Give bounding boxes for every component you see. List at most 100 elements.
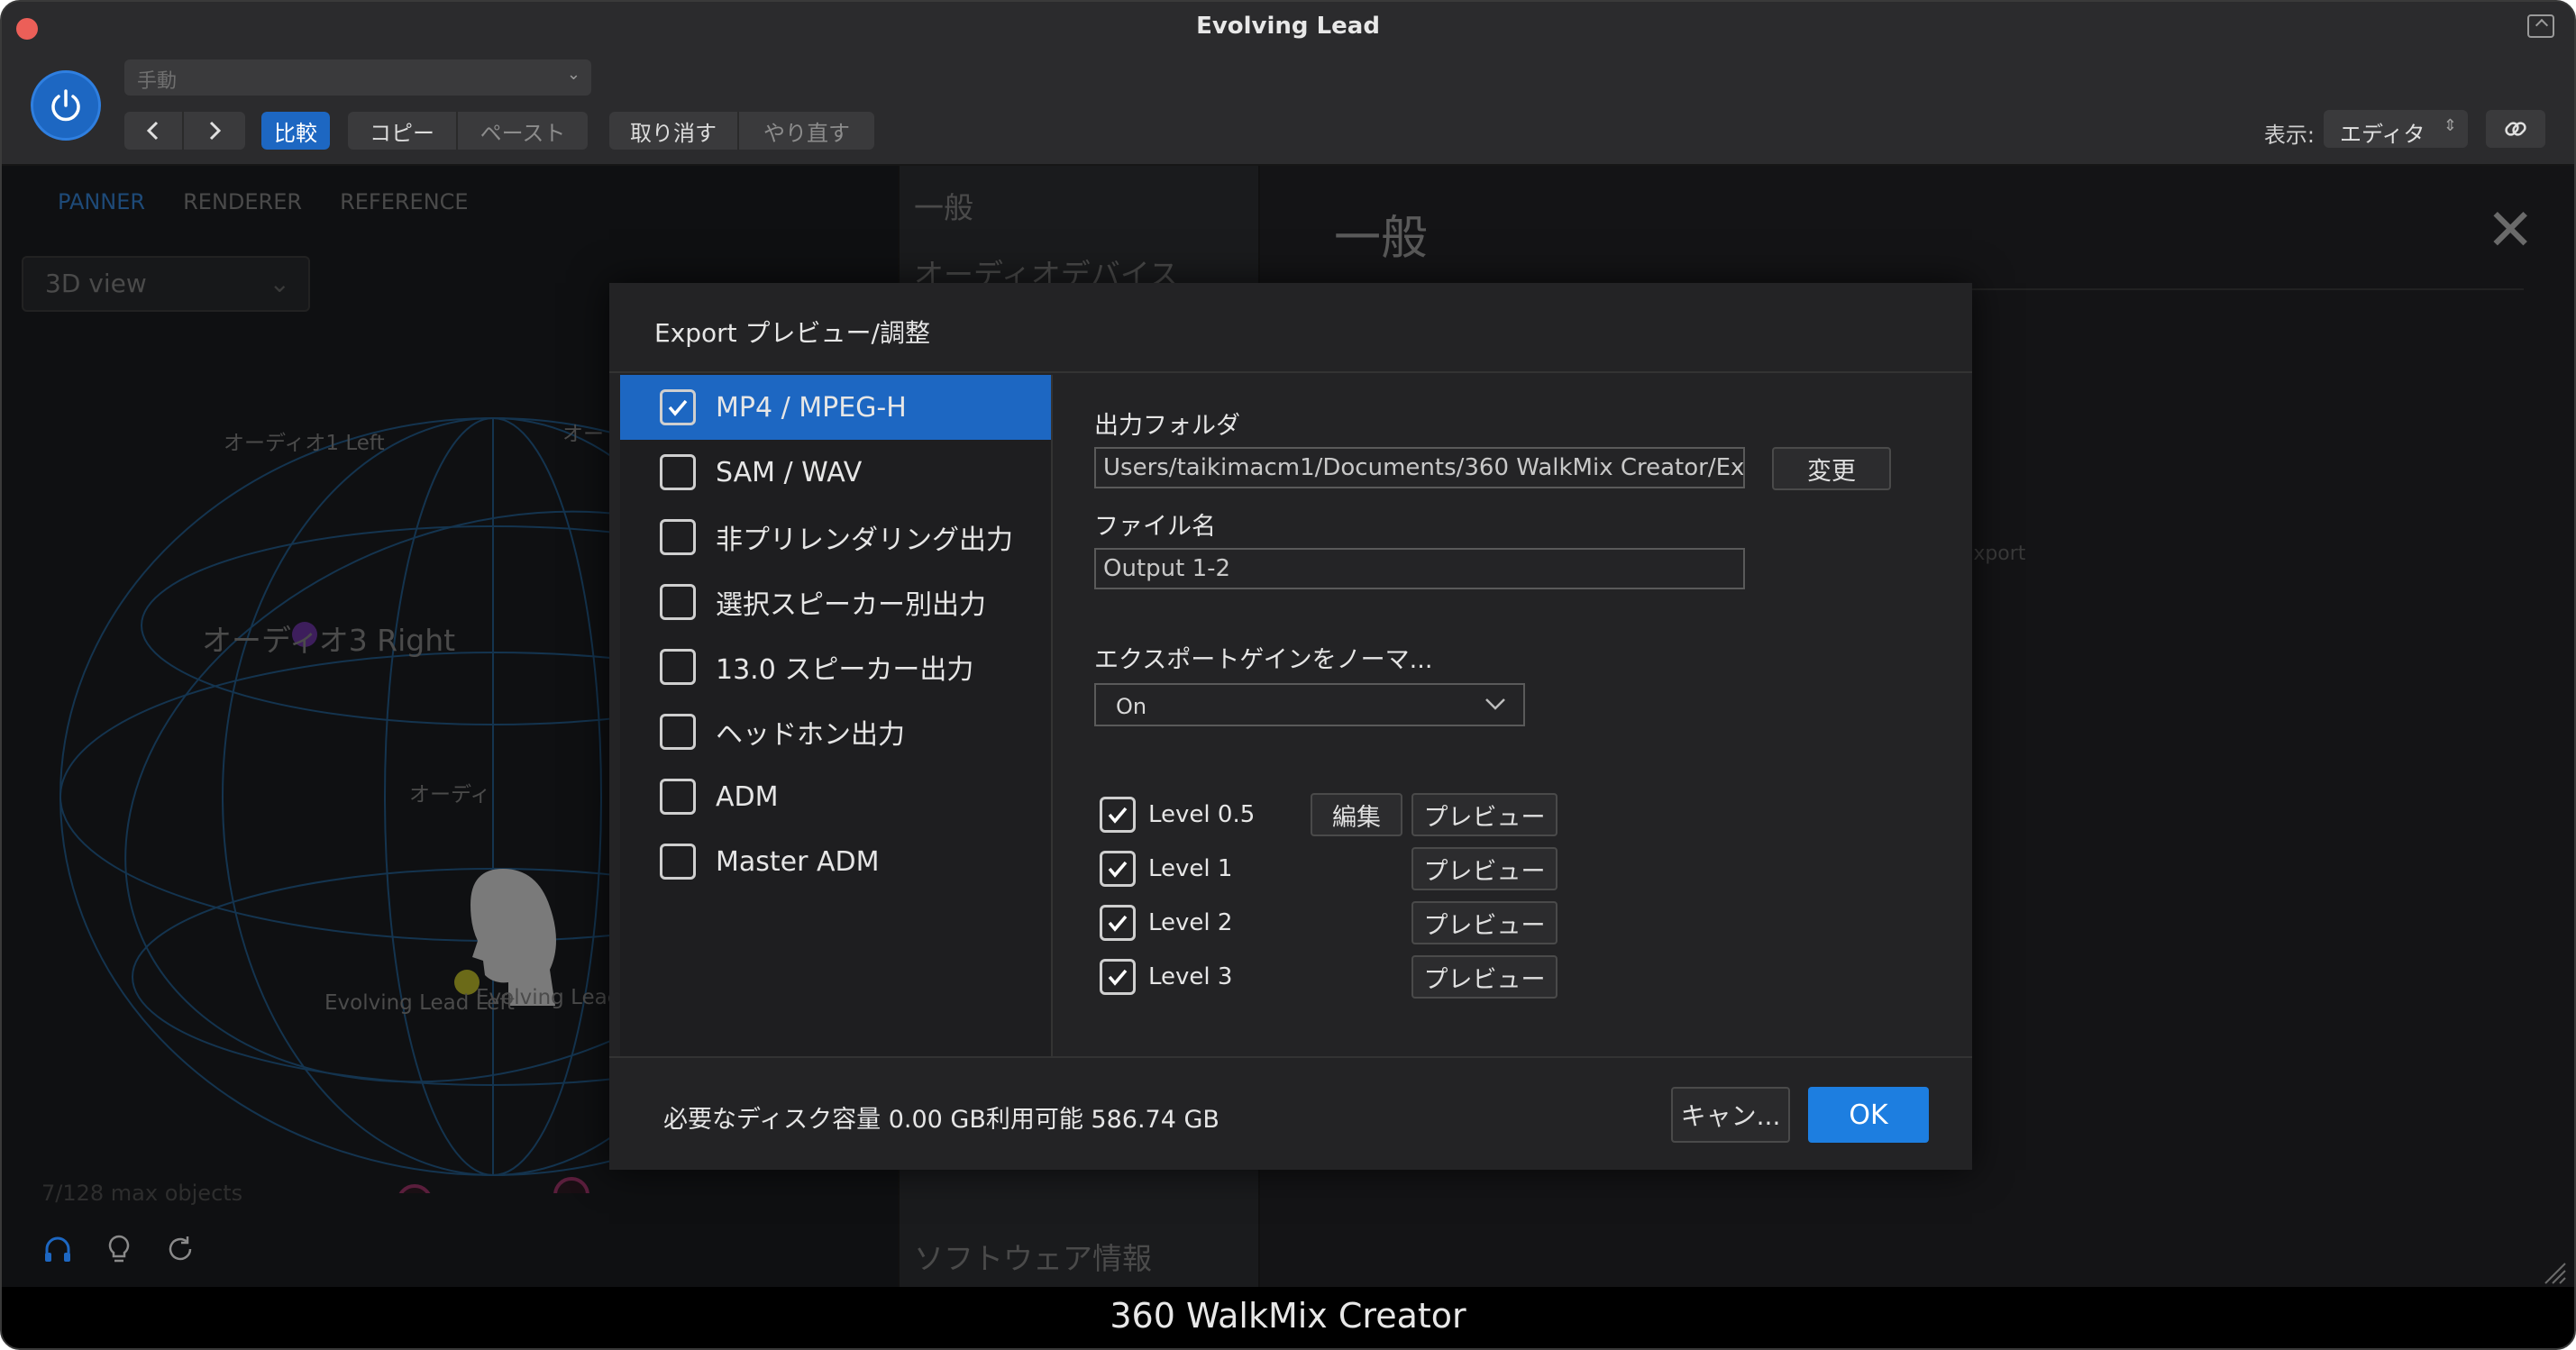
copy-button[interactable]: コピー bbox=[348, 112, 458, 150]
checkbox-checked[interactable] bbox=[1100, 905, 1136, 941]
checkbox-checked[interactable] bbox=[1100, 851, 1136, 887]
preview-button[interactable]: プレビュー bbox=[1411, 793, 1557, 836]
checkbox-unchecked[interactable] bbox=[660, 454, 696, 490]
refresh-icon[interactable] bbox=[164, 1233, 196, 1265]
format-item-selected-speaker[interactable]: 選択スピーカー別出力 bbox=[620, 570, 1051, 634]
format-label: SAM / WAV bbox=[716, 456, 863, 488]
headphones-icon[interactable] bbox=[41, 1233, 74, 1265]
checkmark-icon bbox=[1108, 807, 1128, 824]
tab-panner[interactable]: PANNER bbox=[58, 189, 145, 214]
gain-normalize-label: エクスポートゲインをノーマ... bbox=[1094, 646, 1433, 674]
level-label: Level 3 bbox=[1148, 963, 1233, 990]
format-item-mp4[interactable]: MP4 / MPEG-H bbox=[620, 375, 1051, 440]
format-item-master-adm[interactable]: Master ADM bbox=[620, 829, 1051, 894]
format-label: 選択スピーカー別出力 bbox=[716, 589, 986, 621]
level-row-1: Level 1 bbox=[1100, 847, 1232, 890]
link-button[interactable] bbox=[2486, 110, 2545, 148]
back-button[interactable] bbox=[124, 112, 184, 150]
window-title: Evolving Lead bbox=[1196, 13, 1380, 40]
format-item-adm[interactable]: ADM bbox=[620, 764, 1051, 829]
display-select[interactable]: エディタ ⇕ bbox=[2324, 110, 2468, 148]
checkbox-unchecked[interactable] bbox=[660, 844, 696, 880]
settings-nav-general[interactable]: 一般 bbox=[914, 184, 973, 227]
tab-renderer[interactable]: RENDERER bbox=[183, 189, 302, 214]
clipboard-group: コピー ペースト bbox=[348, 112, 588, 150]
checkbox-unchecked[interactable] bbox=[660, 519, 696, 555]
compare-button[interactable]: 比較 bbox=[261, 112, 330, 150]
app-name-bar: 360 WalkMix Creator bbox=[2, 1287, 2574, 1348]
tab-reference[interactable]: REFERENCE bbox=[340, 189, 469, 214]
dialog-title: Export プレビュー/調整 bbox=[654, 318, 930, 348]
checkbox-checked[interactable] bbox=[1100, 959, 1136, 995]
checkmark-icon bbox=[1108, 915, 1128, 932]
panner-tabs: PANNER RENDERER REFERENCE bbox=[58, 189, 469, 214]
preview-button[interactable]: プレビュー bbox=[1411, 955, 1557, 999]
dialog-divider bbox=[609, 371, 1972, 373]
label-audio3-right: オーディオ3 Right bbox=[202, 623, 456, 658]
window-mode-icon[interactable] bbox=[2527, 14, 2554, 38]
level-row-0-5: Level 0.5 bbox=[1100, 793, 1255, 836]
list-divider bbox=[1051, 375, 1053, 1056]
view-select[interactable]: 3D view ⌄ bbox=[22, 256, 310, 312]
format-list: MP4 / MPEG-H SAM / WAV 非プリレンダリング出力 選択スピー… bbox=[620, 375, 1051, 1056]
label-audio-center: オーディ bbox=[409, 783, 491, 807]
close-icon[interactable]: ✕ bbox=[2486, 202, 2535, 260]
cancel-button[interactable]: キャン... bbox=[1671, 1087, 1790, 1143]
chevron-down-icon bbox=[1485, 698, 1505, 710]
updown-chevron-icon: ⇕ bbox=[2443, 116, 2457, 135]
format-label: Master ADM bbox=[716, 845, 880, 878]
level-row-2: Level 2 bbox=[1100, 901, 1232, 944]
resize-grip-icon[interactable] bbox=[2540, 1258, 2567, 1285]
format-item-non-prerender[interactable]: 非プリレンダリング出力 bbox=[620, 505, 1051, 570]
edit-button[interactable]: 編集 bbox=[1311, 793, 1402, 836]
power-button[interactable] bbox=[31, 70, 101, 141]
checkmark-icon bbox=[668, 399, 688, 416]
checkbox-checked[interactable] bbox=[1100, 797, 1136, 833]
link-icon bbox=[2505, 122, 2526, 136]
preset-value: 手動 bbox=[137, 70, 178, 93]
gain-normalize-select[interactable]: On bbox=[1094, 683, 1525, 726]
display-value: エディタ bbox=[2340, 122, 2425, 147]
format-item-sam-wav[interactable]: SAM / WAV bbox=[620, 440, 1051, 505]
file-name-field[interactable]: Output 1-2 bbox=[1094, 548, 1745, 589]
format-label: ヘッドホン出力 bbox=[716, 719, 905, 751]
lightbulb-icon[interactable] bbox=[103, 1233, 135, 1265]
paste-button[interactable]: ペースト bbox=[458, 112, 588, 150]
max-objects-count: 7/128 max objects bbox=[41, 1181, 243, 1206]
label-audio-partial: オー bbox=[562, 423, 604, 446]
checkbox-unchecked[interactable] bbox=[660, 649, 696, 685]
preset-select[interactable]: 手動 ⌄ bbox=[124, 59, 591, 96]
redo-button[interactable]: やり直す bbox=[739, 112, 874, 150]
chevron-down-icon: ⌄ bbox=[269, 269, 290, 298]
compare-group: 比較 bbox=[261, 112, 330, 150]
output-folder-label: 出力フォルダ bbox=[1094, 412, 1240, 440]
level-row-3: Level 3 bbox=[1100, 955, 1232, 999]
format-label: 13.0 スピーカー出力 bbox=[716, 654, 974, 686]
level-label: Level 0.5 bbox=[1148, 801, 1256, 828]
format-item-headphone[interactable]: ヘッドホン出力 bbox=[620, 699, 1051, 764]
checkbox-unchecked[interactable] bbox=[660, 779, 696, 815]
checkmark-icon bbox=[1108, 861, 1128, 878]
forward-button[interactable] bbox=[184, 112, 245, 150]
checkbox-checked[interactable] bbox=[660, 389, 696, 425]
undo-button[interactable]: 取り消す bbox=[609, 112, 739, 150]
settings-nav-software-info[interactable]: ソフトウェア情報 bbox=[914, 1235, 1152, 1278]
checkbox-unchecked[interactable] bbox=[660, 584, 696, 620]
dialog-footer-divider bbox=[609, 1056, 1972, 1058]
ok-button[interactable]: OK bbox=[1808, 1087, 1929, 1143]
chevron-right-icon bbox=[209, 121, 222, 141]
checkmark-icon bbox=[1108, 969, 1128, 986]
preview-button[interactable]: プレビュー bbox=[1411, 847, 1557, 890]
level-label: Level 1 bbox=[1148, 855, 1233, 882]
gain-value: On bbox=[1116, 694, 1147, 719]
format-label: ADM bbox=[716, 780, 779, 813]
output-folder-field[interactable]: Users/taikimacm1/Documents/360 WalkMix C… bbox=[1094, 447, 1745, 488]
disk-space-info: 必要なディスク容量 0.00 GB利用可能 586.74 GB bbox=[663, 1106, 1219, 1134]
preview-button[interactable]: プレビュー bbox=[1411, 901, 1557, 944]
checkbox-unchecked[interactable] bbox=[660, 714, 696, 750]
level-label: Level 2 bbox=[1148, 909, 1233, 936]
format-label: MP4 / MPEG-H bbox=[716, 391, 907, 424]
change-folder-button[interactable]: 変更 bbox=[1772, 447, 1891, 490]
title-bar: Evolving Lead 手動 ⌄ 比較 コピー ペースト 取り消す やり直す… bbox=[2, 2, 2574, 166]
format-item-13-0-speaker[interactable]: 13.0 スピーカー出力 bbox=[620, 634, 1051, 699]
